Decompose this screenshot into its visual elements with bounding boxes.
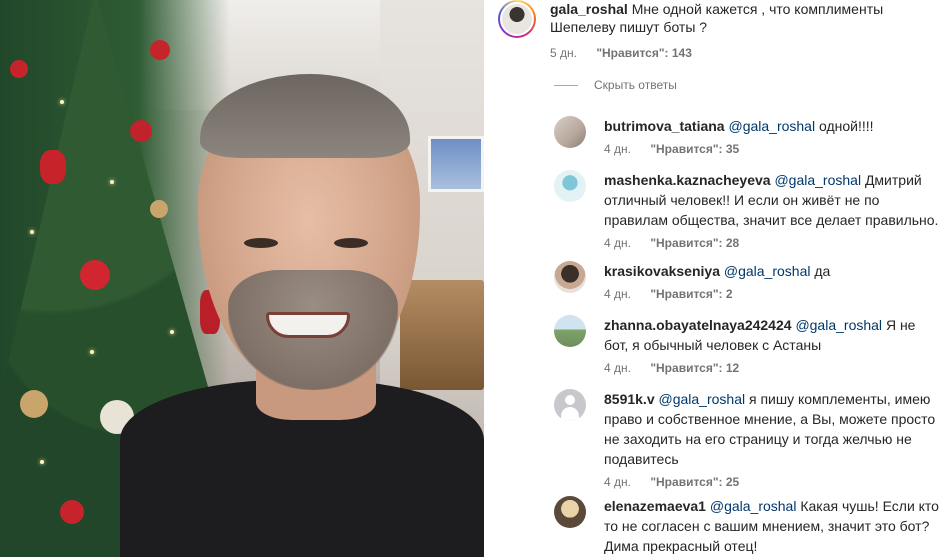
avatar[interactable] [554,315,586,347]
reply-username[interactable]: zhanna.obayatelnaya242424 [604,317,792,333]
reply-username[interactable]: butrimova_tatiana [604,118,725,134]
comment-body: gala_roshal Мне одной кажется , что комп… [550,0,935,62]
background-shelf [400,280,484,390]
reply-body: elenazemaeva1 @gala_roshal Какая чушь! Е… [604,496,939,556]
person-eye [334,238,368,248]
avatar[interactable] [554,261,586,293]
ornament [60,500,84,524]
tree-light [90,350,94,354]
avatar[interactable] [554,389,586,421]
reply-text-line: krasikovakseniya @gala_roshal да [604,261,939,281]
reply-meta: 4 дн. "Нравится": 28 [604,236,939,250]
reply-time[interactable]: 4 дн. [604,142,631,156]
avatar[interactable] [554,496,586,528]
reply-mention[interactable]: @gala_roshal [795,317,882,333]
reply-text-line: 8591k.v @gala_roshal я пишу комплементы,… [604,389,939,469]
comment-likes[interactable]: "Нравится": 143 [596,46,692,60]
avatar[interactable] [554,170,586,202]
reply-meta: 4 дн. "Нравится": 25 [604,475,939,489]
hide-replies-button[interactable]: Скрыть ответы [554,78,677,92]
reply-meta: 4 дн. "Нравится": 12 [604,361,939,375]
reply-body: mashenka.kaznacheyeva @gala_roshal Дмитр… [604,170,939,250]
ornament [40,150,66,184]
reply-text: одной!!!! [818,118,874,134]
comments-panel[interactable]: gala_roshal Мне одной кажется , что комп… [484,0,949,557]
reply-text-line: elenazemaeva1 @gala_roshal Какая чушь! Е… [604,496,939,556]
reply-time[interactable]: 4 дн. [604,287,631,301]
reply-likes[interactable]: "Нравится": 35 [650,142,739,156]
tree-light [170,330,174,334]
reply-username[interactable]: krasikovakseniya [604,263,720,279]
reply-mention[interactable]: @gala_roshal [659,391,746,407]
reply-text-line: mashenka.kaznacheyeva @gala_roshal Дмитр… [604,170,939,230]
reply-item: 8591k.v @gala_roshal я пишу комплементы,… [554,389,939,489]
reply-mention[interactable]: @gala_roshal [710,498,797,514]
reply-meta: 4 дн. "Нравится": 35 [604,142,939,156]
reply-body: krasikovakseniya @gala_roshal да 4 дн. "… [604,261,939,301]
tree-light [40,460,44,464]
tree-light [60,100,64,104]
tree-light [110,180,114,184]
ornament [80,260,110,290]
reply-time[interactable]: 4 дн. [604,361,631,375]
ornament [150,200,168,218]
reply-body: 8591k.v @gala_roshal я пишу комплементы,… [604,389,939,489]
reply-username[interactable]: elenazemaeva1 [604,498,706,514]
ornament [150,40,170,60]
reply-meta: 4 дн. "Нравится": 2 [604,287,939,301]
comment-username[interactable]: gala_roshal [550,1,628,17]
reply-body: zhanna.obayatelnaya242424 @gala_roshal Я… [604,315,939,375]
default-avatar-icon [565,395,575,405]
reply-text-line: zhanna.obayatelnaya242424 @gala_roshal Я… [604,315,939,355]
ornament [130,120,152,142]
ornament [20,390,48,418]
ornament [10,60,28,78]
avatar[interactable] [498,0,536,38]
default-avatar-icon-body [561,407,579,421]
reply-text-line: butrimova_tatiana @gala_roshal одной!!!! [604,116,939,136]
avatar[interactable] [554,116,586,148]
avatar-image [500,2,534,36]
reply-body: butrimova_tatiana @gala_roshal одной!!!!… [604,116,939,156]
comment-time[interactable]: 5 дн. [550,46,577,60]
person-eye [244,238,278,248]
reply-username[interactable]: 8591k.v [604,391,655,407]
video-frame[interactable] [0,0,484,557]
reply-mention[interactable]: @gala_roshal [728,118,815,134]
comment-meta: 5 дн. "Нравится": 143 [550,44,935,62]
comment-text-line: gala_roshal Мне одной кажется , что комп… [550,0,935,36]
hide-replies-label[interactable]: Скрыть ответы [594,78,677,92]
reply-likes[interactable]: "Нравится": 12 [650,361,739,375]
reply-likes[interactable]: "Нравится": 2 [650,287,732,301]
background-window [428,136,484,192]
reply-likes[interactable]: "Нравится": 28 [650,236,739,250]
reply-time[interactable]: 4 дн. [604,475,631,489]
hide-replies-line [554,84,578,86]
reply-text: да [814,263,831,279]
reply-username[interactable]: mashenka.kaznacheyeva [604,172,771,188]
reply-mention[interactable]: @gala_roshal [724,263,811,279]
tree-light [30,230,34,234]
reply-time[interactable]: 4 дн. [604,236,631,250]
person-mouth [266,312,350,338]
reply-mention[interactable]: @gala_roshal [774,172,861,188]
reply-likes[interactable]: "Нравится": 25 [650,475,739,489]
